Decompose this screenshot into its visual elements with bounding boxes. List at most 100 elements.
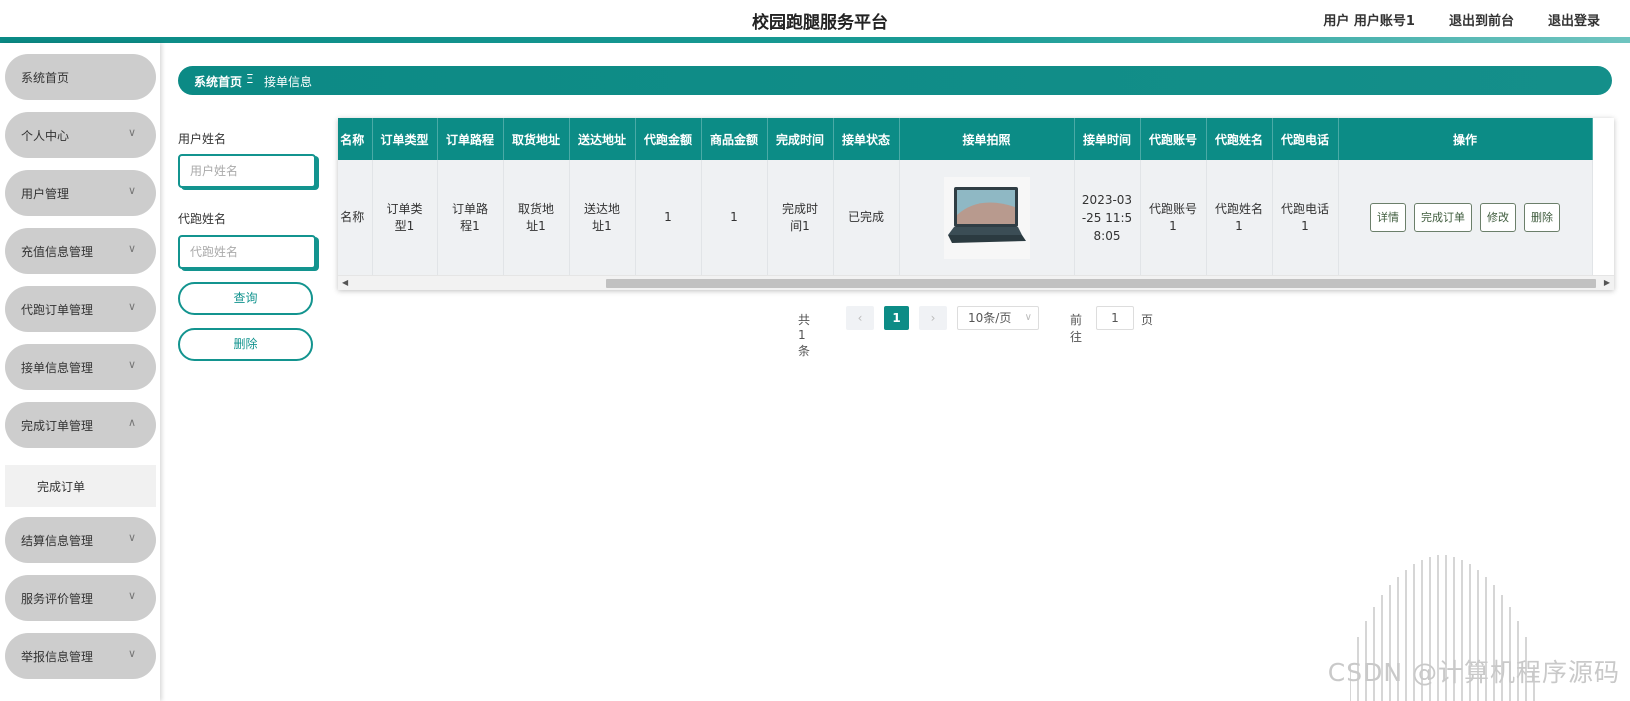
page-size-value: 10条/页 xyxy=(968,311,1012,325)
sidebar-item-recharge-management[interactable]: 充值信息管理 ∨ xyxy=(5,228,156,274)
chevron-down-icon: ∨ xyxy=(128,242,137,255)
sidebar-item-label: 系统首页 xyxy=(21,71,70,85)
sidebar-item-label: 个人中心 xyxy=(21,129,70,143)
total-count: 共 1 条 xyxy=(798,313,811,358)
watermark: CSDN @计算机程序源码 xyxy=(1327,658,1620,687)
logout-link[interactable]: 退出登录 xyxy=(1548,10,1600,29)
sidebar-item-label: 代跑订单管理 xyxy=(21,303,94,317)
cell-runner-account: 代跑账号1 xyxy=(1140,160,1207,275)
column-header: 取货地址 xyxy=(503,118,570,160)
breadcrumb-current: 接单信息 xyxy=(264,75,313,89)
cell-accept-time: 2023-03-25 11:58:05 xyxy=(1074,160,1141,275)
cell-runner-phone: 代跑电话1 xyxy=(1272,160,1339,275)
sidebar-subitem-label: 完成订单 xyxy=(37,480,86,494)
sidebar-item-label: 结算信息管理 xyxy=(21,534,94,548)
breadcrumb: 系统首页 Ξ 接单信息 xyxy=(178,66,1612,95)
cell-runner-name: 代跑姓名1 xyxy=(1206,160,1273,275)
sidebar-subitem-completed-order[interactable]: 完成订单 xyxy=(5,465,156,507)
cell-goods-amount: 1 xyxy=(701,160,768,275)
query-button[interactable]: 查询 xyxy=(178,282,313,315)
user-name-label: 用户姓名 xyxy=(178,132,227,146)
page-unit-label: 页 xyxy=(1141,313,1154,327)
cell-delivery: 送达地址1 xyxy=(569,160,636,275)
complete-order-button[interactable]: 完成订单 xyxy=(1414,203,1472,232)
column-header: 接单状态 xyxy=(833,118,900,160)
next-page-button[interactable]: › xyxy=(919,306,947,330)
sidebar-item-home[interactable]: 系统首页 xyxy=(5,54,156,100)
cell-name: 名称 xyxy=(338,160,373,275)
sidebar-item-label: 用户管理 xyxy=(21,187,70,201)
header-actions: 用户 用户账号1 退出到前台 退出登录 xyxy=(1323,10,1600,29)
sidebar: 系统首页 个人中心 ∨ 用户管理 ∨ 充值信息管理 ∨ 代跑订单管理 ∨ 接单信… xyxy=(0,43,160,701)
column-header: 订单路程 xyxy=(437,118,504,160)
horizontal-scrollbar[interactable]: ◀ ▶ xyxy=(338,275,1614,290)
column-header: 订单类型 xyxy=(372,118,438,160)
column-header: 代跑电话 xyxy=(1272,118,1339,160)
page-size-select[interactable]: 10条/页 ∨ xyxy=(957,306,1039,330)
sidebar-item-report-management[interactable]: 举报信息管理 ∨ xyxy=(5,633,156,679)
laptop-photo[interactable] xyxy=(943,176,1030,259)
runner-name-label: 代跑姓名 xyxy=(178,212,227,226)
sidebar-item-user-management[interactable]: 用户管理 ∨ xyxy=(5,170,156,216)
cell-photo xyxy=(899,160,1075,275)
column-header: 完成时间 xyxy=(767,118,834,160)
column-header: 商品金额 xyxy=(701,118,768,160)
data-table: 名称 订单类型 订单路程 取货地址 送达地址 代跑金额 商品金额 完成时间 接单… xyxy=(338,118,1614,290)
column-header: 名称 xyxy=(338,118,373,160)
sidebar-item-accept-order-management[interactable]: 接单信息管理 ∨ xyxy=(5,344,156,390)
column-header: 代跑账号 xyxy=(1140,118,1207,160)
back-to-front-link[interactable]: 退出到前台 xyxy=(1449,10,1514,29)
chevron-down-icon: ∨ xyxy=(128,184,137,197)
cell-actions: 详情 完成订单 修改 删除 xyxy=(1338,160,1593,275)
sidebar-item-review-management[interactable]: 服务评价管理 ∨ xyxy=(5,575,156,621)
column-header: 代跑金额 xyxy=(635,118,702,160)
current-user-label: 用户 用户账号1 xyxy=(1323,14,1415,29)
cell-pickup: 取货地址1 xyxy=(503,160,570,275)
sidebar-item-label: 接单信息管理 xyxy=(21,361,94,375)
breadcrumb-separator: Ξ xyxy=(246,72,254,86)
column-header: 接单拍照 xyxy=(899,118,1075,160)
goto-page-input[interactable]: 1 xyxy=(1096,306,1134,330)
top-bar: 校园跑腿服务平台 用户 用户账号1 退出到前台 退出登录 xyxy=(0,0,1630,38)
chevron-down-icon: ∨ xyxy=(128,300,137,313)
scrollbar-thumb[interactable] xyxy=(606,279,1596,288)
cell-distance: 订单路程1 xyxy=(437,160,504,275)
chevron-down-icon: ∨ xyxy=(1024,312,1032,323)
chevron-down-icon: ∨ xyxy=(128,531,137,544)
sidebar-item-run-order-management[interactable]: 代跑订单管理 ∨ xyxy=(5,286,156,332)
prev-page-button[interactable]: ‹ xyxy=(846,306,874,330)
scroll-left-icon[interactable]: ◀ xyxy=(342,278,348,287)
sidebar-item-completed-order-management[interactable]: 完成订单管理 ∧ xyxy=(5,402,156,448)
column-header: 送达地址 xyxy=(569,118,636,160)
scroll-right-icon[interactable]: ▶ xyxy=(1604,278,1610,287)
chevron-down-icon: ∨ xyxy=(128,126,137,139)
column-header: 接单时间 xyxy=(1074,118,1141,160)
delete-button[interactable]: 删除 xyxy=(1524,203,1560,232)
edit-button[interactable]: 修改 xyxy=(1480,203,1516,232)
sidebar-item-label: 充值信息管理 xyxy=(21,245,94,259)
goto-label: 前往 xyxy=(1070,313,1083,344)
cell-order-type: 订单类型1 xyxy=(372,160,438,275)
cell-finish-time: 完成时间1 xyxy=(767,160,834,275)
detail-button[interactable]: 详情 xyxy=(1370,203,1406,232)
chevron-down-icon: ∨ xyxy=(128,589,137,602)
sidebar-item-settlement-management[interactable]: 结算信息管理 ∨ xyxy=(5,517,156,563)
sidebar-item-personal-center[interactable]: 个人中心 ∨ xyxy=(5,112,156,158)
chevron-down-icon: ∨ xyxy=(128,358,137,371)
header-divider xyxy=(0,37,1630,43)
sidebar-item-label: 服务评价管理 xyxy=(21,592,94,606)
table-row: 名称 订单类型1 订单路程1 取货地址1 送达地址1 1 1 完成时间1 已完成 xyxy=(338,160,1593,275)
user-name-input[interactable] xyxy=(178,154,316,188)
sidebar-item-label: 完成订单管理 xyxy=(21,419,94,433)
column-header: 操作 xyxy=(1338,118,1593,160)
delete-selected-button[interactable]: 删除 xyxy=(178,328,313,361)
breadcrumb-home[interactable]: 系统首页 xyxy=(194,73,242,90)
column-header: 代跑姓名 xyxy=(1206,118,1273,160)
cell-run-fee: 1 xyxy=(635,160,702,275)
chevron-down-icon: ∨ xyxy=(128,647,137,660)
page-1-button[interactable]: 1 xyxy=(884,306,909,330)
runner-name-input[interactable] xyxy=(178,235,316,269)
table-header-row: 名称 订单类型 订单路程 取货地址 送达地址 代跑金额 商品金额 完成时间 接单… xyxy=(338,118,1593,160)
cell-status: 已完成 xyxy=(833,160,900,275)
chevron-up-icon: ∧ xyxy=(128,416,137,429)
